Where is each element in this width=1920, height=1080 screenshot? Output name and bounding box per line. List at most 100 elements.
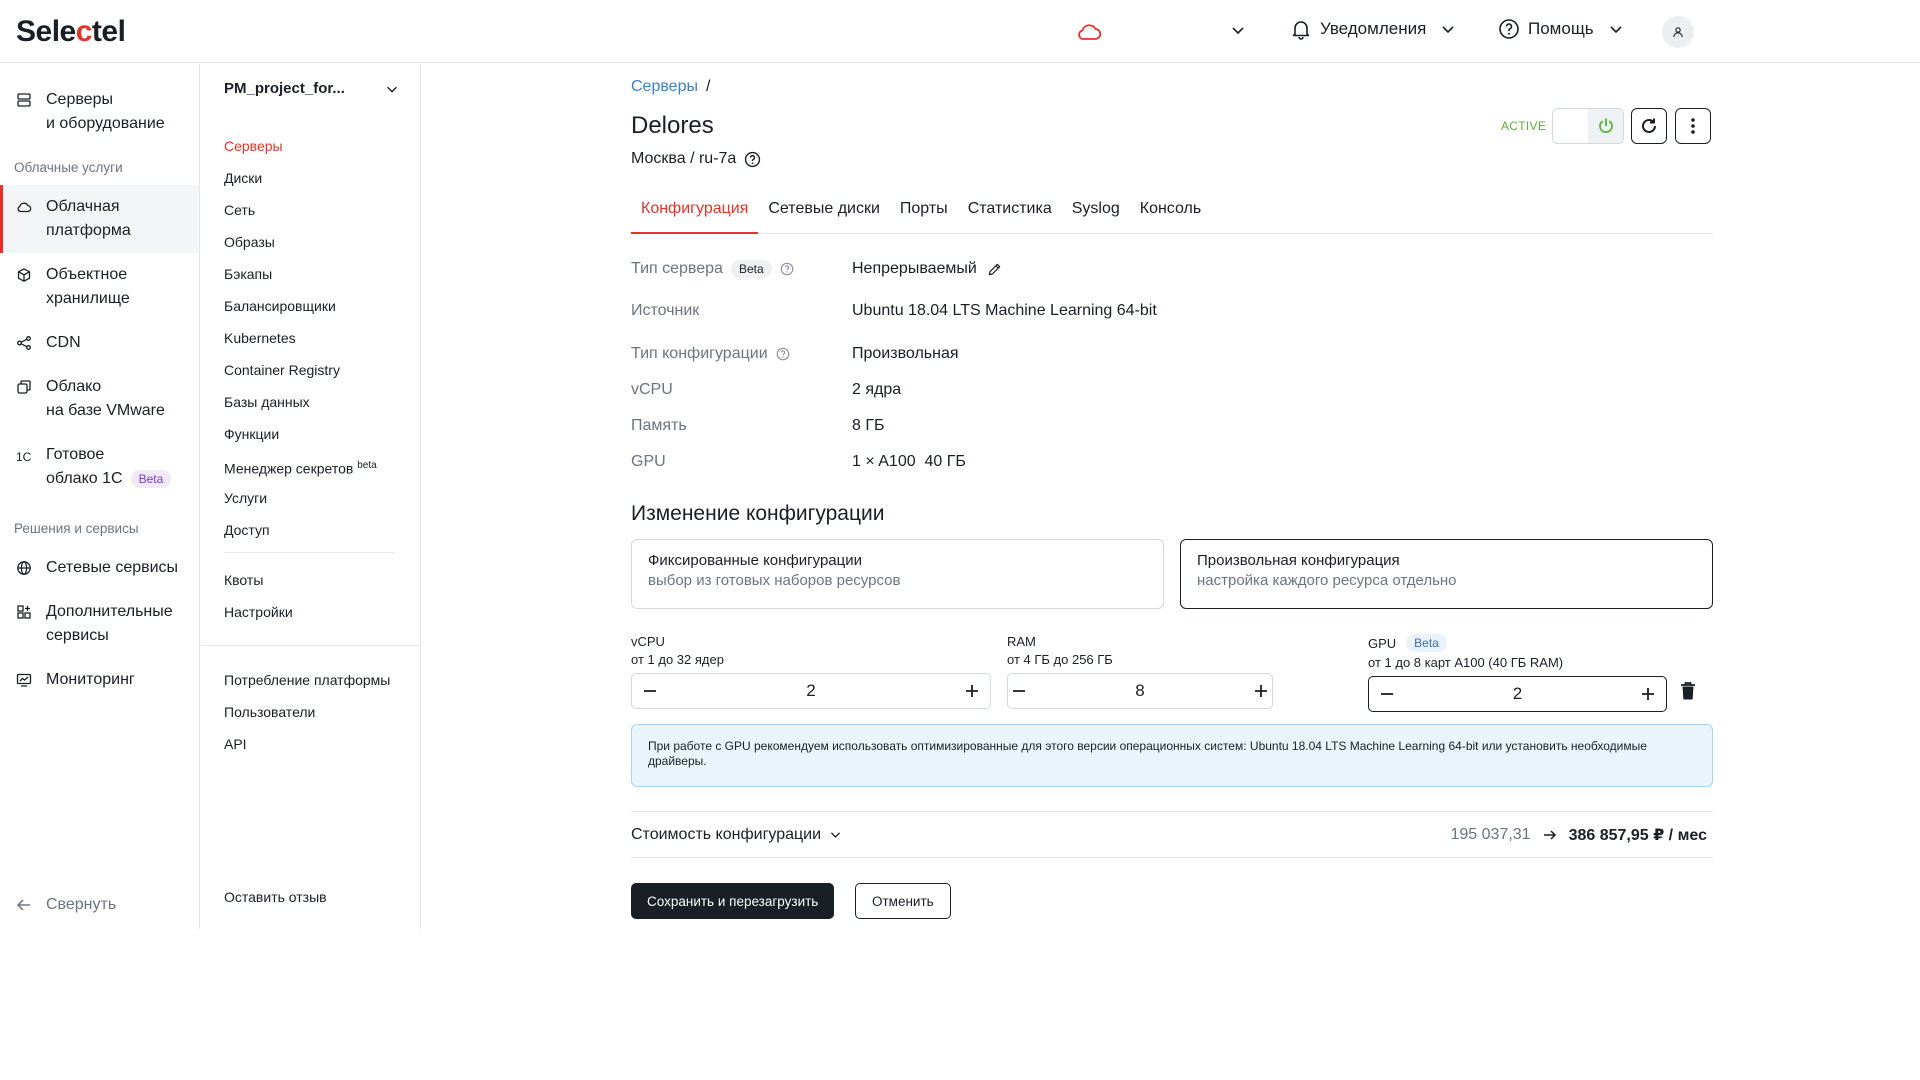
tab-configuration[interactable]: Конфигурация: [631, 194, 759, 234]
ram-input[interactable]: [1029, 681, 1251, 701]
subnav-item-balancers[interactable]: Балансировщики: [224, 290, 377, 322]
sidebar-item-cloud-platform[interactable]: Облачная платформа: [0, 185, 199, 253]
user-avatar[interactable]: [1662, 16, 1694, 48]
feedback-link[interactable]: Оставить отзыв: [224, 889, 327, 905]
server-region: Москва / ru-7a: [631, 150, 761, 168]
cancel-button[interactable]: Отменить: [855, 883, 951, 919]
pencil-icon[interactable]: [987, 262, 1002, 277]
ram-decrement-button[interactable]: [1008, 674, 1030, 708]
logo-text-right: tel: [91, 15, 126, 48]
subnav-item-backups[interactable]: Бэкапы: [224, 258, 377, 290]
tab-statistics[interactable]: Статистика: [958, 194, 1062, 234]
project-chevron-down-icon[interactable]: [1230, 22, 1246, 38]
grid-plus-icon: [17, 605, 31, 619]
subnav-item-settings[interactable]: Настройки: [224, 596, 293, 628]
tab-ports[interactable]: Порты: [890, 194, 958, 234]
vcpu-input[interactable]: [668, 681, 954, 701]
ram-hint: от 4 ГБ до 256 ГБ: [1007, 652, 1113, 667]
divider: [201, 645, 421, 646]
vcpu-decrement-button[interactable]: [632, 674, 668, 708]
tab-console[interactable]: Консоль: [1130, 194, 1211, 234]
tab-syslog[interactable]: Syslog: [1062, 194, 1130, 234]
vcpu-increment-button[interactable]: [954, 674, 990, 708]
prop-label: Источник: [631, 302, 700, 319]
gpu-info-banner: При работе с GPU рекомендуем использоват…: [631, 724, 1713, 787]
help-label: Помощь: [1528, 19, 1594, 38]
account-nav-list: Потребление платформы Пользователи API: [224, 664, 390, 760]
beta-badge: Beta: [130, 469, 172, 488]
subnav-item-services[interactable]: Услуги: [224, 482, 377, 514]
selectel-logo[interactable]: Selectel: [16, 15, 126, 49]
sidebar-item-network-services[interactable]: Сетевые сервисы: [0, 546, 199, 590]
sidebar-item-additional-services[interactable]: Дополнительные сервисы: [0, 590, 199, 658]
power-toggle[interactable]: [1552, 108, 1624, 144]
prop-label: Тип конфигурации: [631, 345, 768, 362]
collapse-sidebar-button[interactable]: Свернуть: [16, 896, 116, 914]
gpu-input[interactable]: [1405, 684, 1630, 704]
cloud-icon[interactable]: [1076, 20, 1102, 44]
subnav-item-disks[interactable]: Диски: [224, 162, 377, 194]
save-and-reboot-button[interactable]: Сохранить и перезагрузить: [631, 883, 835, 919]
more-actions-button[interactable]: [1675, 108, 1711, 144]
fixed-config-card[interactable]: Фиксированные конфигурации выбор из гото…: [631, 539, 1164, 609]
subnav-item-functions[interactable]: Функции: [224, 418, 377, 450]
sidebar-item-cdn[interactable]: CDN: [0, 321, 199, 365]
breadcrumb-separator: /: [705, 78, 711, 95]
field-label: vCPU: [631, 634, 665, 649]
breadcrumb-servers-link[interactable]: Серверы: [631, 78, 698, 95]
sidebar-section-solutions: Решения и сервисы: [14, 521, 139, 536]
reboot-button[interactable]: [1631, 108, 1667, 144]
subnav-item-databases[interactable]: Базы данных: [224, 386, 377, 418]
subnav-item-api[interactable]: API: [224, 728, 390, 760]
prop-server-type: Тип сервера Beta Непрерываемый: [631, 260, 1713, 284]
card-title: Фиксированные конфигурации: [648, 552, 862, 569]
sidebar-item-1c-cloud[interactable]: 1С Готовое облако 1С Beta: [0, 433, 199, 501]
logo-text-left: Sele: [16, 15, 76, 48]
help-circle-icon[interactable]: [776, 347, 790, 361]
sidebar-item-monitoring[interactable]: Мониторинг: [0, 658, 199, 702]
notifications-menu[interactable]: Уведомления: [1290, 18, 1456, 40]
sidebar-item-label: Готовое: [46, 446, 105, 463]
sidebar-item-servers[interactable]: Серверы и оборудование: [0, 78, 199, 146]
power-off-segment[interactable]: [1553, 109, 1588, 143]
help-circle-icon[interactable]: [744, 151, 761, 168]
cost-toggle[interactable]: Стоимость конфигурации: [631, 826, 842, 844]
old-price: 195 037,31: [1450, 825, 1531, 843]
sidebar-item-object-storage[interactable]: Объектное хранилище: [0, 253, 199, 321]
subnav-item-secrets-manager[interactable]: Менеджер секретов beta: [224, 450, 377, 482]
config-cost-row: Стоимость конфигурации 195 037,31 386 85…: [631, 811, 1713, 858]
status-badge: ACTIVE: [1501, 119, 1547, 133]
logo-text-accent: c: [75, 15, 93, 48]
gpu-decrement-button[interactable]: [1369, 677, 1405, 711]
ram-increment-button[interactable]: [1251, 674, 1273, 708]
prop-config-type: Тип конфигурации Произвольная: [631, 345, 1713, 369]
divider: [224, 552, 394, 553]
beta-badge: Beta: [730, 260, 772, 278]
subnav-item-label: Менеджер секретов: [224, 460, 354, 477]
help-menu[interactable]: Помощь: [1498, 18, 1624, 40]
beta-superscript: beta: [357, 460, 377, 471]
gpu-stepper: [1368, 676, 1667, 712]
subnav-item-network[interactable]: Сеть: [224, 194, 377, 226]
remove-gpu-button[interactable]: [1679, 681, 1697, 705]
subnav-item-platform-usage[interactable]: Потребление платформы: [224, 664, 390, 696]
sidebar-item-vmware[interactable]: Облако на базе VMware: [0, 365, 199, 433]
sidebar-item-label: CDN: [46, 334, 81, 351]
subnav-item-container-registry[interactable]: Container Registry: [224, 354, 377, 386]
gpu-increment-button[interactable]: [1630, 677, 1666, 711]
subnav-item-quotas[interactable]: Квоты: [224, 564, 293, 596]
minus-icon: [644, 690, 656, 692]
subnav-item-images[interactable]: Образы: [224, 226, 377, 258]
subnav-item-kubernetes[interactable]: Kubernetes: [224, 322, 377, 354]
power-on-segment[interactable]: [1588, 109, 1623, 143]
chevron-down-icon: [1442, 26, 1454, 34]
sidebar-item-label: Облако: [46, 378, 102, 395]
prop-value: 8 ГБ: [852, 417, 885, 434]
subnav-item-users[interactable]: Пользователи: [224, 696, 390, 728]
subnav-item-servers[interactable]: Серверы: [224, 130, 377, 162]
subnav-item-access[interactable]: Доступ: [224, 514, 377, 546]
project-selector[interactable]: PM_project_for...: [224, 80, 399, 97]
help-circle-icon[interactable]: [780, 262, 794, 276]
tab-network-disks[interactable]: Сетевые диски: [758, 194, 890, 234]
custom-config-card[interactable]: Произвольная конфигурация настройка кажд…: [1180, 539, 1713, 609]
